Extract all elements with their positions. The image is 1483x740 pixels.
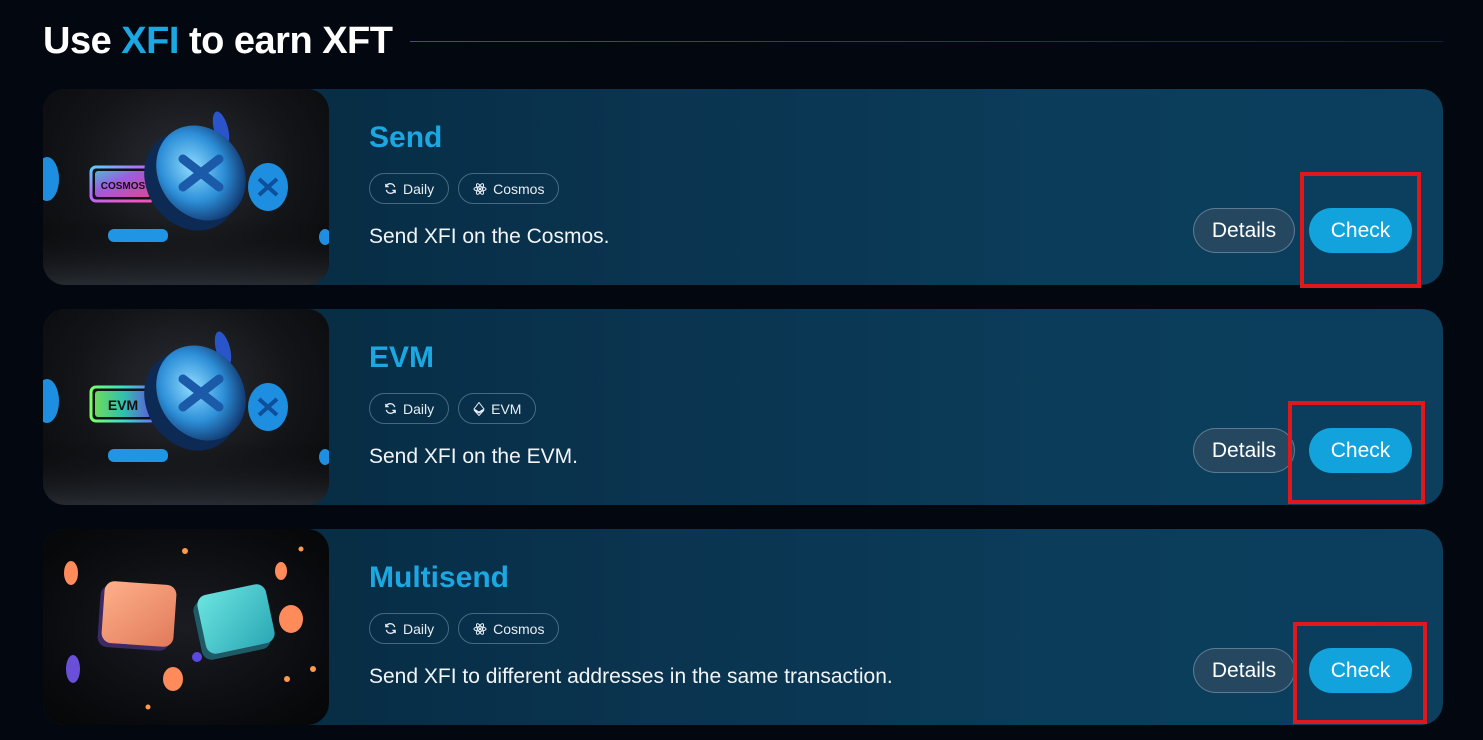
coin-illustration: EVM (43, 331, 329, 505)
cosmos-icon (473, 622, 487, 635)
page: Use XFI to earn XFT COSMOS Send Daily Co… (0, 0, 1483, 740)
highlight-box (1288, 401, 1425, 504)
task-card-evm: EVM EVM Daily EVM Send XFI on the EVM. D… (43, 309, 1443, 505)
task-card-multisend: Multisend Daily Cosmos Send XFI to diffe… (43, 529, 1443, 725)
ethereum-icon (473, 401, 485, 416)
tag-label: Daily (403, 620, 435, 637)
task-thumbnail (43, 529, 329, 725)
refresh-icon (385, 623, 396, 634)
tag-label: Cosmos (493, 180, 545, 197)
title-suffix: to earn XFT (178, 19, 393, 62)
details-button[interactable]: Details (1193, 648, 1295, 693)
section-title: Use XFI to earn XFT (43, 19, 393, 63)
tag-label: Daily (403, 400, 435, 417)
task-content: EVM Daily EVM Send XFI on the EVM. Detai… (329, 309, 1443, 505)
header-divider (410, 40, 1443, 42)
task-tags: Daily Cosmos (369, 613, 560, 644)
tag-network: EVM (458, 393, 537, 424)
cosmos-icon (473, 182, 487, 195)
wallets-illustration (64, 546, 316, 710)
details-button[interactable]: Details (1193, 208, 1295, 253)
tag-network: Cosmos (458, 613, 560, 644)
task-description: Send XFI to different addresses in the s… (369, 665, 893, 688)
tag-label: EVM (491, 400, 522, 417)
task-card-send: COSMOS Send Daily Cosmos Send XFI on the… (43, 89, 1443, 285)
details-button[interactable]: Details (1193, 428, 1295, 473)
title-prefix: Use (43, 19, 122, 62)
task-tags: Daily EVM (369, 393, 537, 424)
tag-daily: Daily (369, 173, 450, 204)
task-title: EVM (369, 341, 435, 374)
tag-daily: Daily (369, 613, 450, 644)
highlight-box (1300, 172, 1421, 288)
task-thumbnail: COSMOS (43, 89, 329, 285)
task-description: Send XFI on the Cosmos. (369, 225, 610, 248)
tag-daily: Daily (369, 393, 450, 424)
thumbnail-badge-text: COSMOS (101, 181, 146, 192)
thumbnail-badge-text: EVM (108, 397, 138, 413)
title-accent: XFI (121, 19, 179, 62)
coin-illustration: COSMOS (43, 111, 329, 285)
task-description: Send XFI on the EVM. (369, 445, 578, 468)
tag-network: Cosmos (458, 173, 560, 204)
task-content: Multisend Daily Cosmos Send XFI to diffe… (329, 529, 1443, 725)
task-title: Send (369, 121, 443, 154)
refresh-icon (385, 183, 396, 194)
refresh-icon (385, 403, 396, 414)
task-content: Send Daily Cosmos Send XFI on the Cosmos… (329, 89, 1443, 285)
task-title: Multisend (369, 561, 509, 594)
highlight-box (1293, 622, 1427, 724)
task-tags: Daily Cosmos (369, 173, 560, 204)
tag-label: Daily (403, 180, 435, 197)
tag-label: Cosmos (493, 620, 545, 637)
section-header: Use XFI to earn XFT (43, 18, 1443, 64)
task-thumbnail: EVM (43, 309, 329, 505)
